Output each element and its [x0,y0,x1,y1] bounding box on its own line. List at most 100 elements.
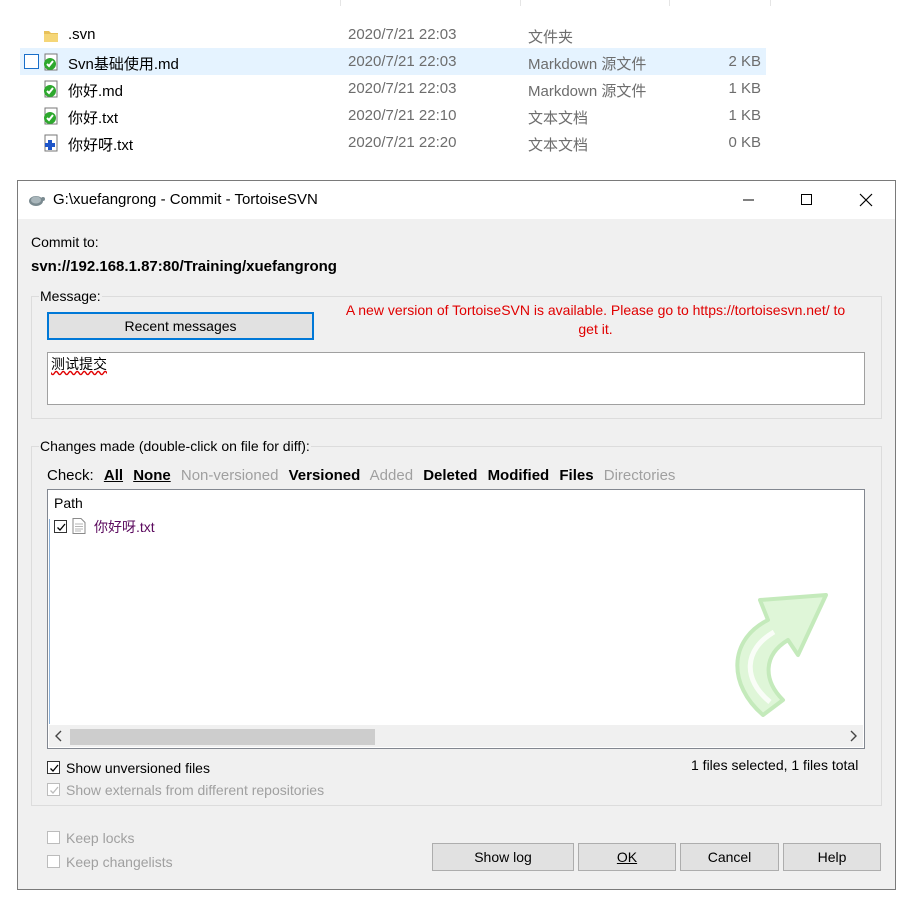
file-name: .svn [68,26,96,43]
update-notice-line: A new version of TortoiseSVN is availabl… [345,302,846,318]
filter-modified[interactable]: Modified [488,467,550,484]
svn-added-overlay-icon [42,134,60,152]
file-date: 2020/7/21 22:03 [348,80,457,97]
svn-normal-overlay-icon [42,80,60,98]
column-type[interactable] [521,0,670,6]
file-row[interactable]: 你好呀.txt 2020/7/21 22:20 文本文档 0 KB [20,129,766,156]
file-type: 文本文档 [528,137,589,154]
checkmark-icon [50,786,59,794]
explorer-column-header [0,0,909,6]
maximize-icon [801,194,812,205]
show-unversioned-label: Show unversioned files [66,760,210,776]
file-row[interactable]: 你好.txt 2020/7/21 22:10 文本文档 1 KB [20,102,766,129]
file-size: 0 KB [728,134,761,151]
checkmark-icon [57,523,66,531]
column-date[interactable] [341,0,521,6]
recent-messages-label: Recent messages [124,318,237,334]
svn-normal-overlay-icon [42,53,60,71]
cancel-label: Cancel [707,849,752,865]
file-date: 2020/7/21 22:03 [348,26,457,43]
ok-button[interactable]: OK [578,843,676,871]
svn-normal-overlay-icon [42,107,60,125]
keep-changelists-label: Keep changelists [66,854,173,870]
update-notice-line: get it. [578,321,613,337]
commit-to-label: Commit to: [31,234,99,250]
file-type: Markdown 源文件 [528,56,647,73]
filter-files[interactable]: Files [559,467,593,484]
cancel-button[interactable]: Cancel [680,843,779,871]
maximize-button[interactable] [778,181,836,219]
close-icon [859,193,873,207]
file-date: 2020/7/21 22:20 [348,134,457,151]
file-size: 1 KB [728,107,761,124]
filter-all[interactable]: All [104,467,123,484]
show-externals-label: Show externals from different repositori… [66,782,325,798]
folder-icon [42,26,60,44]
file-name: 你好.txt [68,110,119,127]
help-label: Help [817,849,847,865]
file-type: 文件夹 [528,29,574,46]
explorer-file-list: .svn 2020/7/21 22:03 文件夹 Svn基础使用.md 2020… [0,0,909,170]
file-row[interactable]: Svn基础使用.md 2020/7/21 22:03 Markdown 源文件 … [20,48,766,75]
text-file-icon [72,518,86,538]
column-size[interactable] [670,0,771,6]
close-button[interactable] [837,181,895,219]
commit-message-text: 测试提交 [51,356,107,372]
file-row[interactable]: .svn 2020/7/21 22:03 文件夹 [20,21,766,48]
file-name: 你好呀.txt [68,137,134,154]
scroll-left-icon[interactable] [54,729,64,747]
row-checkbox[interactable] [24,54,39,69]
keep-changelists-checkbox [47,855,60,868]
filter-none[interactable]: None [133,467,171,484]
tortoisesvn-turtle-icon [27,191,45,209]
commit-message-input[interactable]: 测试提交 [47,352,865,405]
selection-status: 1 files selected, 1 files total [691,757,859,773]
file-size: 1 KB [728,80,761,97]
minimize-button[interactable] [720,181,778,219]
horizontal-scrollbar[interactable] [49,725,863,747]
commit-url: svn://192.168.1.87:80/Training/xuefangro… [31,258,337,275]
update-notice[interactable]: A new version of TortoiseSVN is availabl… [323,301,868,339]
checkmark-icon [50,764,59,772]
changes-list[interactable]: Path 你好呀.txt [47,489,865,749]
filter-added[interactable]: Added [370,467,413,484]
recent-messages-button[interactable]: Recent messages [47,312,314,340]
check-filter-bar: Check: All None Non-versioned Versioned … [47,467,681,484]
path-column-header[interactable]: Path [54,495,83,511]
file-path: 你好呀.txt [94,519,155,535]
message-group-label: Message: [39,288,102,304]
show-unversioned-checkbox[interactable] [47,761,60,774]
file-type: Markdown 源文件 [528,83,647,100]
file-type: 文本文档 [528,110,589,127]
list-item[interactable]: 你好呀.txt [52,516,352,536]
help-button[interactable]: Help [783,843,881,871]
filter-versioned[interactable]: Versioned [289,467,361,484]
scroll-right-icon[interactable] [848,729,858,747]
file-date: 2020/7/21 22:03 [348,53,457,70]
file-checkbox[interactable] [54,520,67,533]
changes-group-label: Changes made (double-click on file for d… [39,438,311,454]
commit-dialog: G:\xuefangrong - Commit - TortoiseSVN Co… [17,180,896,890]
filter-non-versioned[interactable]: Non-versioned [181,467,279,484]
keep-locks-checkbox [47,831,60,844]
show-log-label: Show log [474,849,532,865]
show-log-button[interactable]: Show log [432,843,574,871]
filter-directories[interactable]: Directories [604,467,676,484]
check-label: Check: [47,467,94,484]
list-focus-line [49,519,50,724]
show-externals-checkbox [47,783,60,796]
title-bar[interactable]: G:\xuefangrong - Commit - TortoiseSVN [18,181,895,219]
ok-label: OK [616,849,638,865]
window-title: G:\xuefangrong - Commit - TortoiseSVN [53,191,318,208]
keep-locks-label: Keep locks [66,830,135,846]
filter-deleted[interactable]: Deleted [423,467,477,484]
file-size: 2 KB [728,53,761,70]
file-name: 你好.md [68,83,124,100]
column-name[interactable] [0,0,341,6]
scrollbar-thumb[interactable] [70,729,375,745]
file-row[interactable]: 你好.md 2020/7/21 22:03 Markdown 源文件 1 KB [20,75,766,102]
file-date: 2020/7/21 22:10 [348,107,457,124]
commit-arrow-watermark-icon [708,570,838,724]
minimize-icon [743,199,754,201]
file-name: Svn基础使用.md [68,56,179,73]
